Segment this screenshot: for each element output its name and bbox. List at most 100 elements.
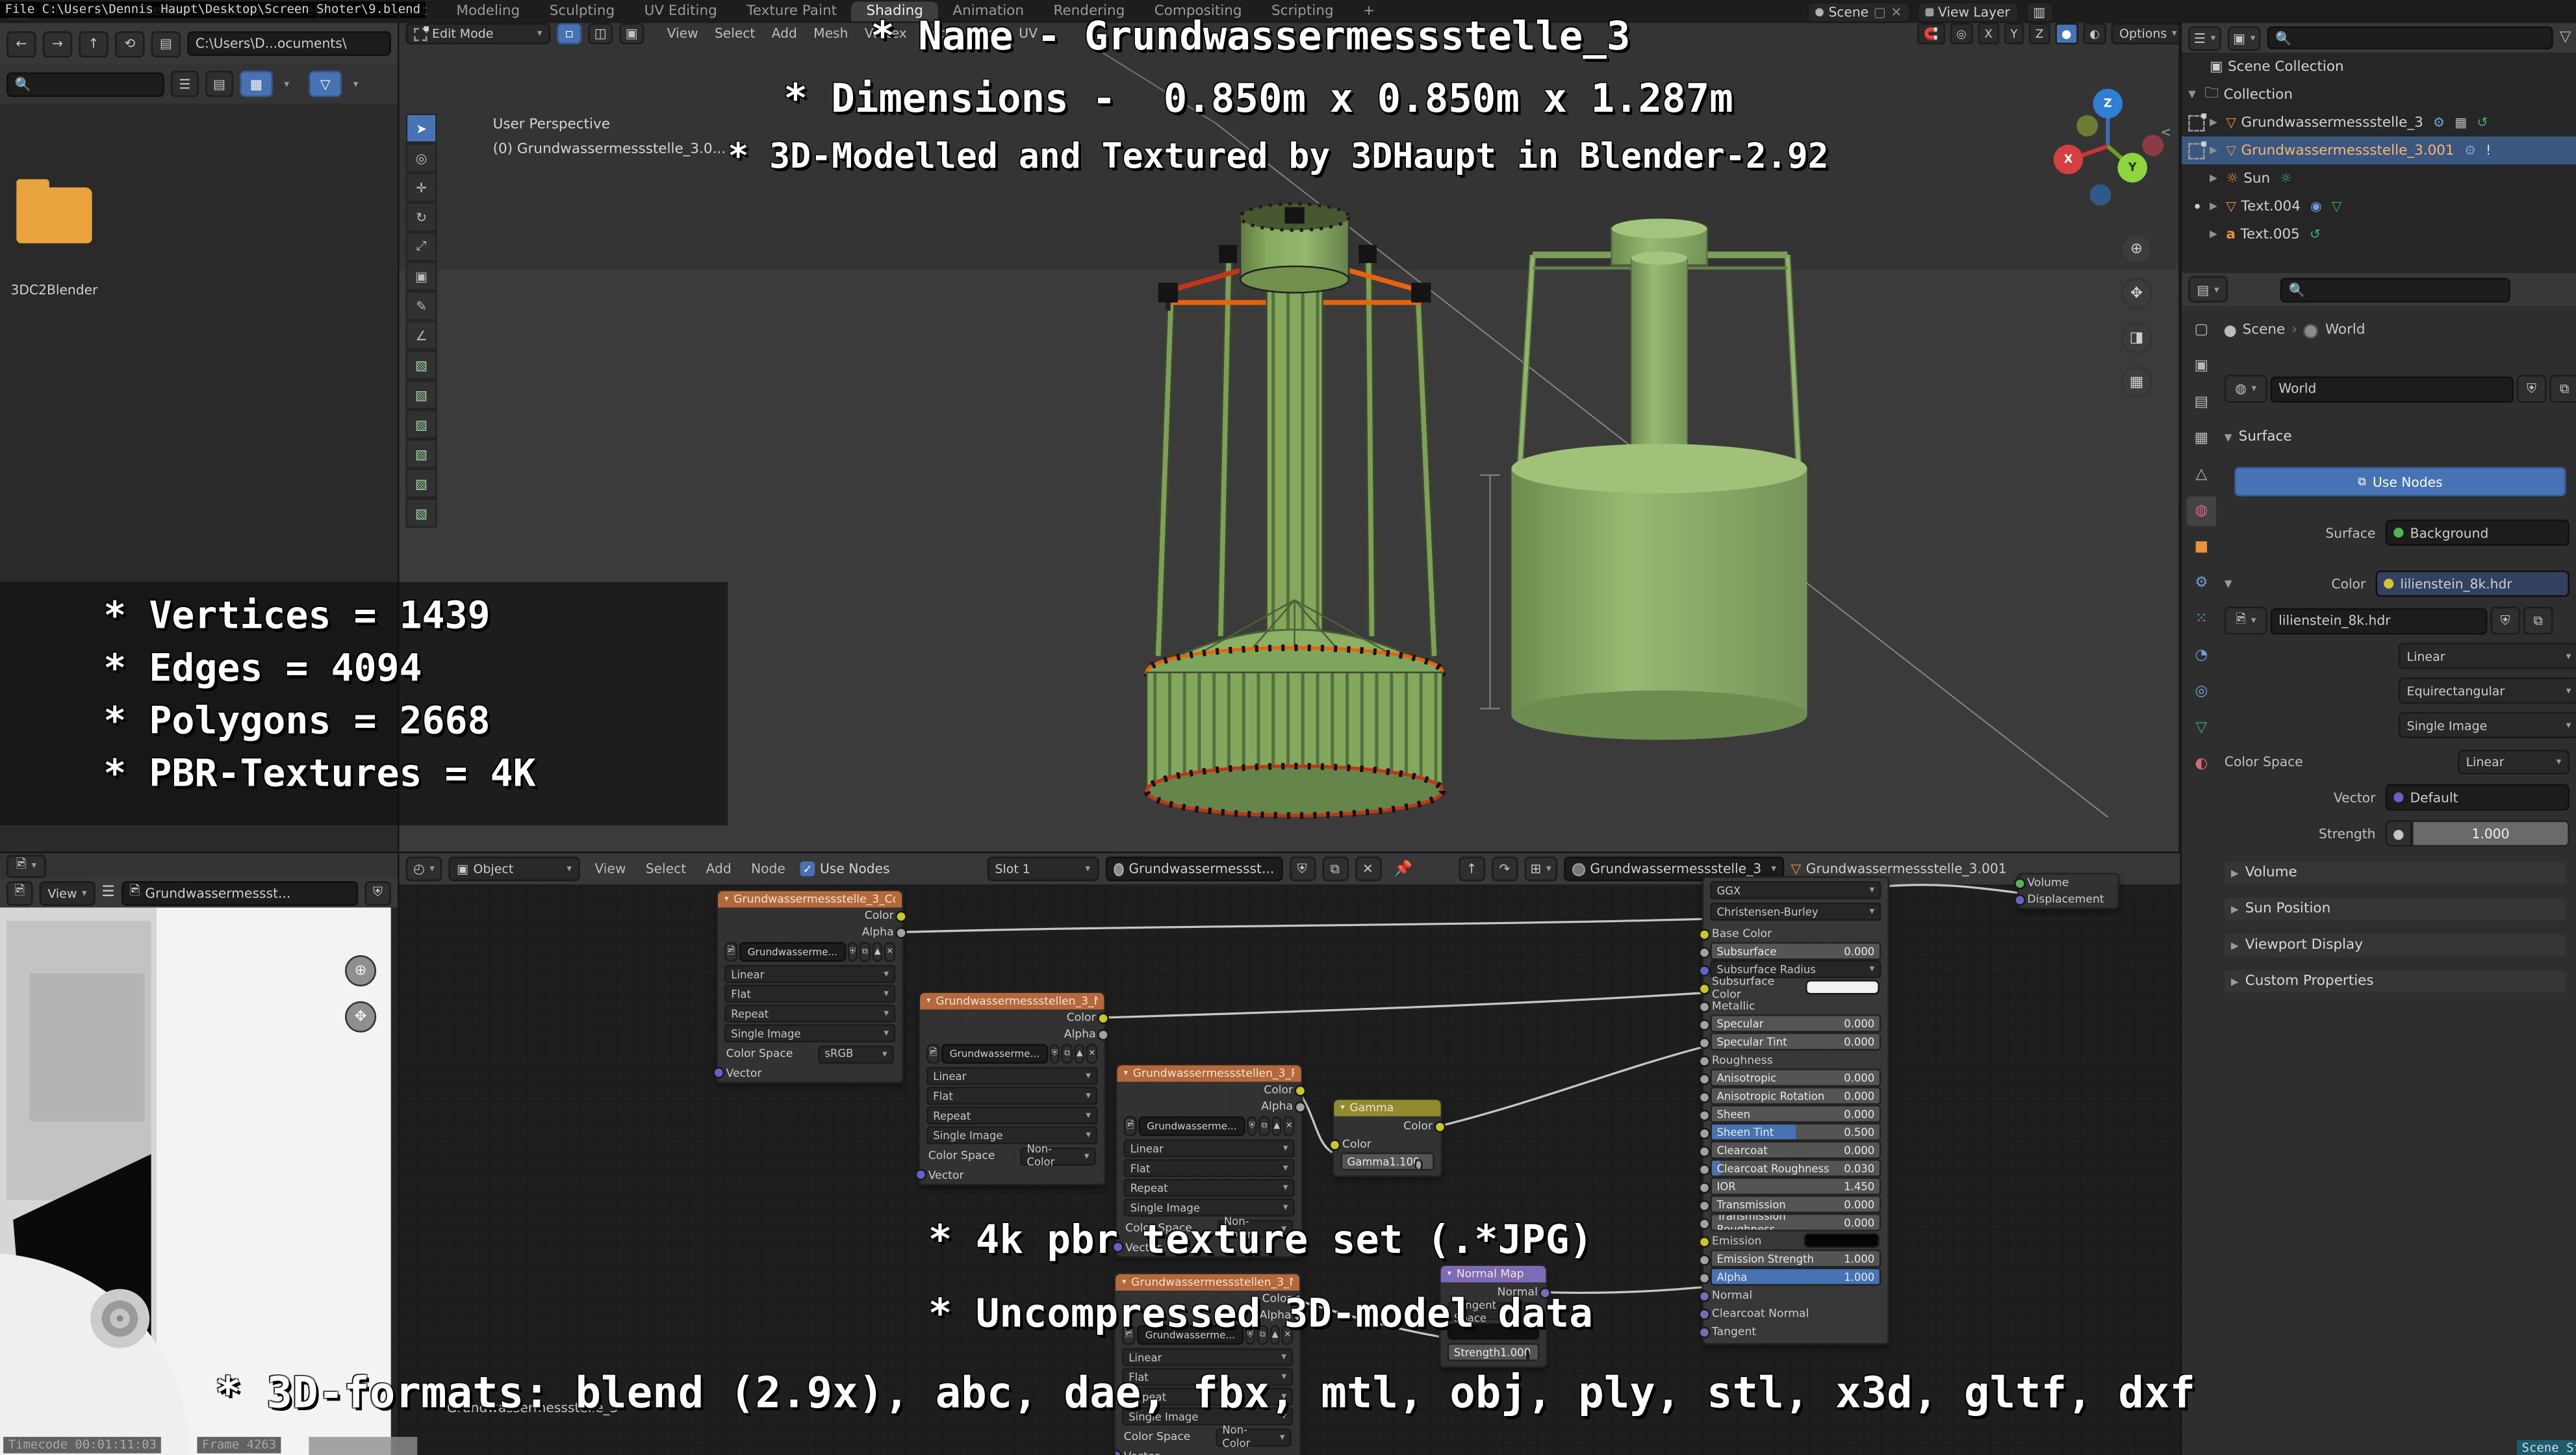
material-unlink-icon[interactable]: ✕ (1355, 856, 1381, 881)
material-shield-icon[interactable]: ⛨ (1289, 856, 1315, 881)
loopcut-tool[interactable]: ▧ (406, 439, 437, 469)
collapsed-panel-header[interactable]: ▶Volume (2225, 862, 2566, 884)
snapping-icon[interactable]: ⊞▾ (1524, 856, 1557, 881)
folder-name[interactable]: 3DC2Blender (0, 283, 108, 298)
image-unlink-icon[interactable]: ✕ (1087, 1044, 1098, 1063)
properties-editor-type-icon[interactable]: ▤▾ (2188, 276, 2228, 302)
outliner-item-name[interactable]: Text.005 (2241, 226, 2300, 242)
shader-editor-type-icon[interactable]: ◴▾ (406, 856, 442, 881)
thumbnail-view-icon[interactable]: ▦ (240, 71, 273, 97)
interpolation-dropdown[interactable]: Linear▾ (2399, 643, 2576, 669)
edge-select-icon[interactable]: ◫ (588, 23, 613, 44)
folder-icon[interactable] (16, 187, 92, 243)
camera-view-icon[interactable]: ◨ (2121, 322, 2152, 354)
data-tab[interactable]: ▽ (2187, 714, 2217, 743)
image-shield-icon[interactable]: ⛨ (2491, 607, 2521, 635)
zoom-tool-icon[interactable]: ⊕ (2121, 233, 2152, 264)
outliner-item[interactable]: ▶▽Grundwassermessstelle_3⚙▦↺ (2182, 109, 2576, 136)
view-layer-selector[interactable]: View Layer (1917, 2, 2018, 23)
outliner-filter-type-icon[interactable]: ▣▾ (2228, 25, 2261, 50)
image-copy-icon[interactable]: ⧉ (1062, 1044, 1073, 1063)
cursor-tool[interactable]: ◎ (406, 143, 437, 173)
tri-green-icon[interactable]: ▽ (2332, 199, 2342, 214)
measure-tool[interactable]: ∠ (406, 320, 437, 350)
object-tab[interactable]: ■ (2187, 533, 2217, 563)
wrench-icon[interactable]: ⚙ (2464, 143, 2476, 158)
ortho-grid-icon[interactable]: ▦ (2121, 367, 2152, 398)
color-space-dropdown[interactable]: Non-Color▾ (1216, 1428, 1291, 1446)
forward-icon[interactable]: → (43, 31, 73, 57)
image-browse-icon[interactable]: 🖻 (724, 942, 737, 962)
viewport-menu-item[interactable]: View (661, 26, 705, 41)
shader-menu-item[interactable]: View (587, 862, 634, 877)
projection-dropdown[interactable]: Equirectangular▾ (2399, 677, 2576, 703)
display-settings-caret[interactable]: ▾ (284, 78, 289, 90)
image-fake-user-shield-icon[interactable]: ⛨ (364, 881, 390, 905)
knife-tool[interactable]: ▧ (406, 469, 437, 498)
principled-dropdown[interactable]: GGX▾ (1710, 881, 1881, 899)
principled-slider[interactable]: Anisotropic0.000 (1703, 1068, 1887, 1087)
face-select-icon[interactable]: ▣ (619, 23, 644, 44)
gizmo-z-axis[interactable]: Z (2093, 89, 2123, 119)
collection-row[interactable]: ▼🗀 Collection (2182, 81, 2576, 109)
filter-funnel-icon[interactable]: ▽ (309, 71, 342, 97)
use-nodes-button[interactable]: ⧉ Use Nodes (2234, 467, 2566, 496)
image-datablock-field[interactable]: 🖻Grundwassermessst... (121, 881, 358, 905)
outliner-item-name[interactable]: Grundwassermessstelle_3 (2241, 114, 2423, 131)
extrude-tool[interactable]: ▧ (406, 350, 437, 380)
collapsed-panel-header[interactable]: ▶Sun Position (2225, 897, 2566, 920)
snap-curve-icon[interactable]: ↷ (1492, 856, 1518, 881)
principled-slider[interactable]: Anisotropic Rotation0.000 (1703, 1087, 1887, 1105)
snap-magnet-icon[interactable]: 🧲 (1917, 23, 1945, 44)
shading-material-icon[interactable]: ◐ (2083, 23, 2106, 44)
outliner-item-name[interactable]: Sun (2243, 170, 2270, 187)
tex-option-dropdown[interactable]: Repeat▾ (926, 1107, 1097, 1125)
color-space-dropdown[interactable]: Linear▾ (2458, 749, 2570, 773)
scale-tool[interactable]: ⤢ (406, 232, 437, 262)
principled-color-input[interactable]: Emission (1703, 1231, 1887, 1250)
collapsed-panel-header[interactable]: ▶Viewport Display (2225, 934, 2566, 957)
use-nodes-checkbox[interactable]: ✓ Use Nodes (800, 862, 890, 877)
image-name-field[interactable]: Grundwasserme... (1139, 1116, 1245, 1136)
principled-slider[interactable]: Sheen Tint0.500 (1703, 1123, 1887, 1141)
shader-type-dropdown[interactable]: ▣Object▾ (448, 856, 580, 881)
viewport-menu-item[interactable]: Mesh (807, 26, 854, 41)
new-world-icon[interactable]: ⧉ (2550, 375, 2576, 403)
world-browse-icon[interactable]: ◍▾ (2225, 375, 2267, 403)
search-input[interactable]: 🔍 (6, 71, 164, 96)
principled-slider[interactable]: IOR1.450 (1703, 1177, 1887, 1195)
wrench-icon[interactable]: ⚙ (2433, 115, 2445, 130)
image-copy-icon[interactable]: ⧉ (2523, 607, 2553, 635)
hamburger-menu-icon[interactable]: ☰ (101, 884, 114, 901)
world-breadcrumb-icon[interactable] (2304, 323, 2319, 338)
image-shield-icon[interactable]: ⛨ (1049, 1044, 1060, 1063)
render-tab[interactable]: ▣ (2187, 352, 2217, 381)
properties-search-input[interactable]: 🔍 (2280, 277, 2510, 302)
surface-panel-header[interactable]: ▼Surface (2225, 429, 2292, 445)
list-view-icon[interactable]: ☰ (171, 71, 199, 97)
annotate-tool[interactable]: ✎ (406, 291, 437, 321)
outliner-item-name[interactable]: Text.004 (2241, 198, 2301, 214)
image-copy-icon[interactable]: ⧉ (1259, 1116, 1270, 1136)
image-name-field[interactable]: Grundwasserme... (739, 942, 846, 962)
gear-green-icon[interactable]: ☼ (2280, 171, 2291, 186)
vector-value-field[interactable]: Default (2386, 784, 2570, 810)
principled-slider[interactable]: Specular Tint0.000 (1703, 1033, 1887, 1051)
tex-option-dropdown[interactable]: Flat▾ (1124, 1159, 1295, 1178)
surface-value-field[interactable]: Background (2386, 519, 2570, 545)
filter-caret[interactable]: ▾ (353, 78, 359, 90)
scene-tab[interactable]: △ (2187, 460, 2217, 490)
material-datablock-field[interactable]: Grundwassermessst... (1105, 856, 1282, 881)
scene-selector[interactable]: Scene ▢ ✕ (1807, 2, 1910, 23)
tex-option-dropdown[interactable]: Linear▾ (1122, 1348, 1293, 1367)
shader-menu-item[interactable]: Node (743, 862, 793, 877)
outliner-display-mode-icon[interactable]: ☰▾ (2188, 25, 2221, 50)
axis-y-toggle[interactable]: Y (2004, 23, 2024, 44)
tex-option-dropdown[interactable]: Single Image▾ (926, 1126, 1097, 1144)
vertex-select-icon[interactable]: ▫ (557, 23, 581, 44)
outliner-item[interactable]: ▶aText.005↺ (2182, 220, 2576, 248)
select-box-tool[interactable]: ➤ (406, 114, 437, 144)
image-name-field[interactable]: Grundwasserme... (941, 1044, 1048, 1063)
gamma-node[interactable]: ▾Gamma Color Color Gamma1.100 (1333, 1098, 1442, 1177)
gizmo-z-neg[interactable] (2090, 184, 2111, 205)
